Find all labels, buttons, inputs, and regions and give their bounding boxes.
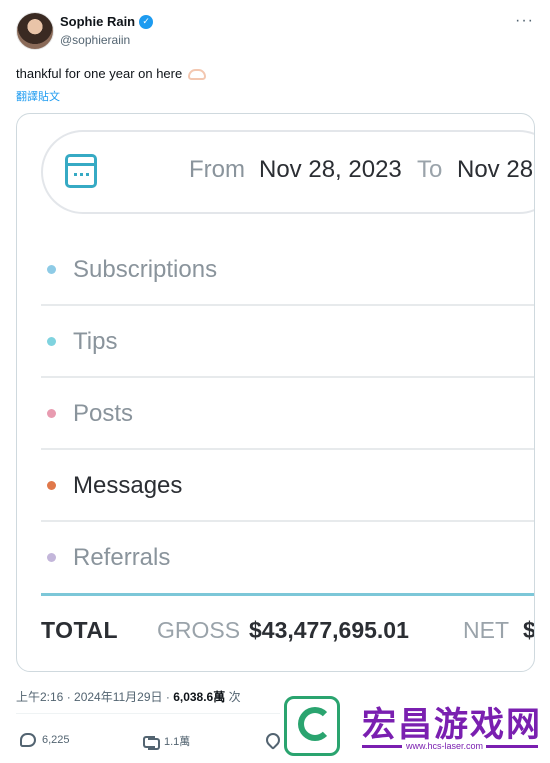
tweet-text-content: thankful for one year on here [16,66,183,81]
category-label: Subscriptions [73,256,218,283]
category-row-referrals: Referrals [41,522,534,594]
category-label: Messages [73,472,183,499]
retweet-button[interactable]: 1.1萬 [142,733,191,750]
view-suffix: 次 [225,690,241,704]
reply-count: 6,225 [42,734,70,746]
tweet-timestamp[interactable]: 上午2:16 · 2024年11月29日 · [16,690,173,704]
category-label: Referrals [73,544,171,571]
category-dot [47,337,56,346]
category-row-tips: Tips [41,306,534,378]
tweet-text: thankful for one year on here [16,66,206,81]
watermark-swirl-icon [298,707,332,741]
reply-button[interactable]: 6,225 [20,733,70,747]
gross-value: $43,477,695.01 [249,617,409,643]
view-count: 6,038.6萬 [173,690,226,704]
media-image[interactable]: From Nov 28, 2023 To Nov 28, Subscriptio… [16,113,535,672]
verified-badge-icon: ✓ [139,14,154,29]
watermark-title: 宏昌游戏网 [362,706,542,744]
to-label: To [417,156,443,183]
tweet-header: Sophie Rain ✓ @sophieraiin ··· [14,12,536,52]
category-row-subscriptions: Subscriptions [41,234,534,306]
more-dots-icon[interactable]: ··· [515,12,534,30]
heart-hands-icon [187,69,206,81]
from-date: Nov 28, 2023 [259,156,402,183]
like-button[interactable] [263,730,283,750]
reply-icon [20,733,36,747]
retweet-count: 1.1萬 [164,736,191,748]
category-dot [47,481,56,490]
to-date: Nov 28, [457,156,535,183]
category-dot [47,265,56,274]
site-watermark: 宏昌游戏网 www.hcs-laser.com [280,693,542,759]
watermark-rule [486,745,538,748]
date-range-selector: From Nov 28, 2023 To Nov 28, [41,130,535,214]
retweet-icon [142,734,160,750]
tweet-actions: 6,225 1.1萬 [20,730,283,753]
category-dot [47,409,56,418]
from-label: From [189,156,245,183]
total-label: TOTAL [41,617,119,643]
earnings-category-list: Subscriptions Tips Posts Messages Referr… [41,234,534,594]
tweet-meta: 上午2:16 · 2024年11月29日 · 6,038.6萬 次 [16,688,241,705]
author-name-row: Sophie Rain ✓ [60,14,154,29]
author-display-name[interactable]: Sophie Rain [60,14,135,29]
category-label: Tips [73,328,118,355]
total-divider [41,593,534,596]
watermark-url: www.hcs-laser.com [406,741,484,751]
net-value: $ [523,617,535,643]
avatar[interactable] [16,12,54,50]
category-dot [47,553,56,562]
translate-post-link[interactable]: 翻譯貼文 [16,88,60,104]
category-row-posts: Posts [41,378,534,450]
net-label: NET [463,617,509,643]
author-handle[interactable]: @sophieraiin [60,33,130,47]
calendar-icon [65,154,97,188]
watermark-rule [362,745,402,748]
category-label: Posts [73,400,134,427]
category-row-messages: Messages [41,450,534,522]
gross-label: GROSS [157,617,241,643]
